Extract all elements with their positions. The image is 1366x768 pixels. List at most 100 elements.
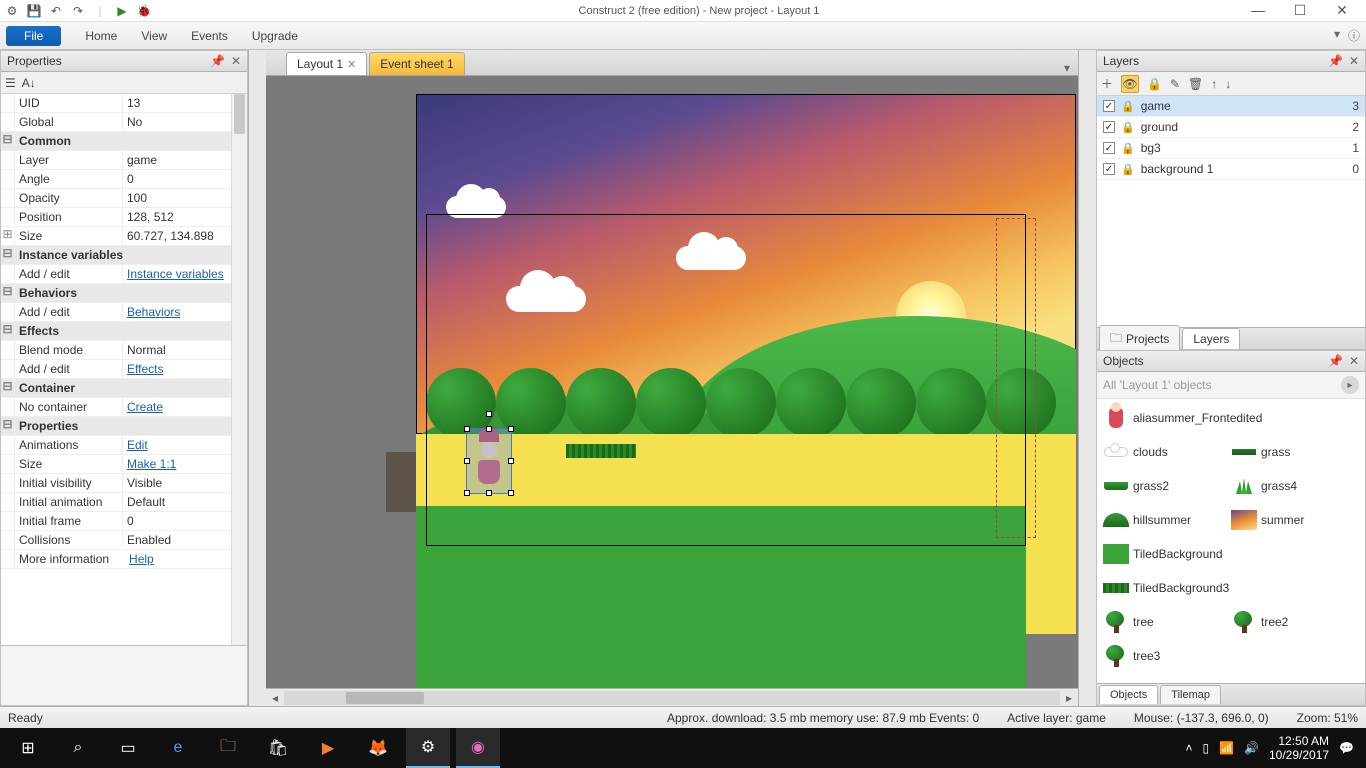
object-item[interactable]: grass4 — [1229, 471, 1353, 501]
layer-visible-checkbox[interactable]: ✓ — [1103, 121, 1115, 133]
layer-lock-icon[interactable]: 🔒 — [1121, 163, 1135, 176]
tab-projects[interactable]: 🗀Projects — [1099, 325, 1180, 353]
close-panel-icon[interactable]: ✕ — [1349, 54, 1359, 68]
taskbar-clock[interactable]: 12:50 AM 10/29/2017 — [1269, 734, 1329, 762]
objects-list[interactable]: aliasummer_Fronteditedcloudsgrassgrass2g… — [1097, 399, 1365, 683]
store-icon[interactable]: 🛍 — [256, 728, 300, 768]
property-row[interactable]: Initial animationDefault — [1, 493, 247, 512]
object-item[interactable]: grass2 — [1101, 471, 1225, 501]
pin-icon[interactable]: 📌 — [210, 54, 225, 68]
notifications-icon[interactable]: 💬 — [1339, 741, 1354, 755]
properties-scrollbar[interactable] — [231, 94, 247, 645]
menu-view[interactable]: View — [141, 29, 167, 43]
tab-event-sheet[interactable]: Event sheet 1 — [369, 52, 464, 75]
property-row[interactable]: GlobalNo — [1, 113, 247, 132]
object-item[interactable]: tree — [1101, 607, 1225, 637]
move-down-icon[interactable]: ↓ — [1225, 77, 1231, 91]
file-menu[interactable]: File — [6, 26, 61, 46]
tab-objects[interactable]: Objects — [1099, 685, 1158, 704]
close-panel-icon[interactable]: ✕ — [1349, 354, 1359, 368]
resize-handle[interactable] — [486, 426, 492, 432]
filter-go-icon[interactable]: ▸ — [1341, 376, 1359, 394]
maximize-button[interactable]: ☐ — [1288, 2, 1312, 19]
layer-visible-checkbox[interactable]: ✓ — [1103, 100, 1115, 112]
properties-header[interactable]: Properties 📌✕ — [1, 51, 247, 72]
property-row[interactable]: No containerCreate — [1, 398, 247, 417]
objects-header[interactable]: Objects 📌✕ — [1097, 351, 1365, 372]
property-row[interactable]: ⊟Common — [1, 132, 247, 151]
property-row[interactable]: ⊟Container — [1, 379, 247, 398]
tray-up-icon[interactable]: ˄ — [1185, 741, 1192, 755]
layer-lock-icon[interactable]: 🔒 — [1121, 100, 1135, 113]
resize-handle[interactable] — [464, 490, 470, 496]
object-item[interactable]: aliasummer_Frontedited — [1101, 403, 1353, 433]
run-icon[interactable]: ▶ — [114, 3, 130, 19]
scroll-thumb[interactable] — [346, 692, 424, 704]
layer-lock-icon[interactable]: 🔒 — [1121, 142, 1135, 155]
wifi-icon[interactable]: 📶 — [1219, 741, 1234, 755]
property-row[interactable]: Initial frame0 — [1, 512, 247, 531]
debug-icon[interactable]: 🐞 — [136, 3, 152, 19]
undo-icon[interactable]: ↶ — [48, 3, 64, 19]
layout-canvas[interactable] — [266, 76, 1078, 688]
construct-icon[interactable]: ⚙ — [406, 728, 450, 768]
tab-close-icon[interactable]: ✕ — [347, 58, 356, 71]
media-icon[interactable]: ▶ — [306, 728, 350, 768]
layer-row[interactable]: ✓🔒background 10 — [1097, 159, 1365, 180]
object-item[interactable]: summer — [1229, 505, 1353, 535]
collapse-ribbon-icon[interactable]: ▾ — [1334, 27, 1340, 44]
save-icon[interactable]: 💾 — [26, 3, 42, 19]
property-row[interactable]: ⊟Properties — [1, 417, 247, 436]
menu-events[interactable]: Events — [191, 29, 228, 43]
firefox-icon[interactable]: 🦊 — [356, 728, 400, 768]
object-item[interactable]: tree3 — [1101, 641, 1225, 671]
delete-icon[interactable]: 🗑 — [1188, 77, 1203, 91]
pin-icon[interactable]: 📌 — [1328, 54, 1343, 68]
property-row[interactable]: Angle0 — [1, 170, 247, 189]
start-button[interactable]: ⊞ — [6, 728, 50, 768]
property-row[interactable]: Blend modeNormal — [1, 341, 247, 360]
rename-icon[interactable]: ✎ — [1170, 77, 1180, 91]
property-row[interactable]: ⊞Size60.727, 134.898 — [1, 227, 247, 246]
layer-row[interactable]: ✓🔒game3 — [1097, 96, 1365, 117]
resize-handle[interactable] — [464, 426, 470, 432]
layers-header[interactable]: Layers 📌✕ — [1097, 51, 1365, 72]
lock-icon[interactable]: 🔒 — [1147, 77, 1162, 91]
layers-list[interactable]: ✓🔒game3✓🔒ground2✓🔒bg31✓🔒background 10 — [1097, 96, 1365, 327]
object-item[interactable]: grass — [1229, 437, 1353, 467]
property-row[interactable]: Layergame — [1, 151, 247, 170]
move-up-icon[interactable]: ↑ — [1211, 77, 1217, 91]
close-panel-icon[interactable]: ✕ — [231, 54, 241, 68]
rotate-handle[interactable] — [486, 411, 492, 417]
properties-grid[interactable]: UID13GlobalNo⊟CommonLayergameAngle0Opaci… — [1, 94, 247, 645]
property-row[interactable]: SizeMake 1:1 — [1, 455, 247, 474]
left-scrollbar[interactable] — [248, 50, 266, 706]
property-help[interactable]: More informationHelp — [1, 550, 247, 569]
resize-handle[interactable] — [464, 458, 470, 464]
layer-row[interactable]: ✓🔒ground2 — [1097, 117, 1365, 138]
layer-visible-checkbox[interactable]: ✓ — [1103, 163, 1115, 175]
tab-tilemap[interactable]: Tilemap — [1160, 685, 1221, 704]
volume-icon[interactable]: 🔊 — [1244, 741, 1259, 755]
menu-upgrade[interactable]: Upgrade — [252, 29, 298, 43]
property-row[interactable]: UID13 — [1, 94, 247, 113]
property-row[interactable]: CollisionsEnabled — [1, 531, 247, 550]
tab-layout[interactable]: Layout 1✕ — [286, 52, 367, 75]
property-row[interactable]: Initial visibilityVisible — [1, 474, 247, 493]
resize-handle[interactable] — [508, 490, 514, 496]
property-row[interactable]: ⊟Instance variables — [1, 246, 247, 265]
object-item[interactable]: clouds — [1101, 437, 1225, 467]
task-view-icon[interactable]: ▭ — [106, 728, 150, 768]
scroll-right-icon[interactable]: ▸ — [1060, 691, 1078, 705]
resize-handle[interactable] — [486, 490, 492, 496]
explorer-icon[interactable]: 🗀 — [206, 728, 250, 768]
property-row[interactable]: Add / editEffects — [1, 360, 247, 379]
minimize-button[interactable]: — — [1246, 2, 1270, 19]
selection-box[interactable] — [466, 428, 512, 494]
object-item[interactable]: TiledBackground3 — [1101, 573, 1353, 603]
pin-icon[interactable]: 📌 — [1328, 354, 1343, 368]
scroll-left-icon[interactable]: ◂ — [266, 691, 284, 705]
sort-icon[interactable]: A↓ — [22, 76, 36, 90]
add-layer-icon[interactable]: ＋ — [1101, 75, 1113, 92]
property-row[interactable]: Opacity100 — [1, 189, 247, 208]
